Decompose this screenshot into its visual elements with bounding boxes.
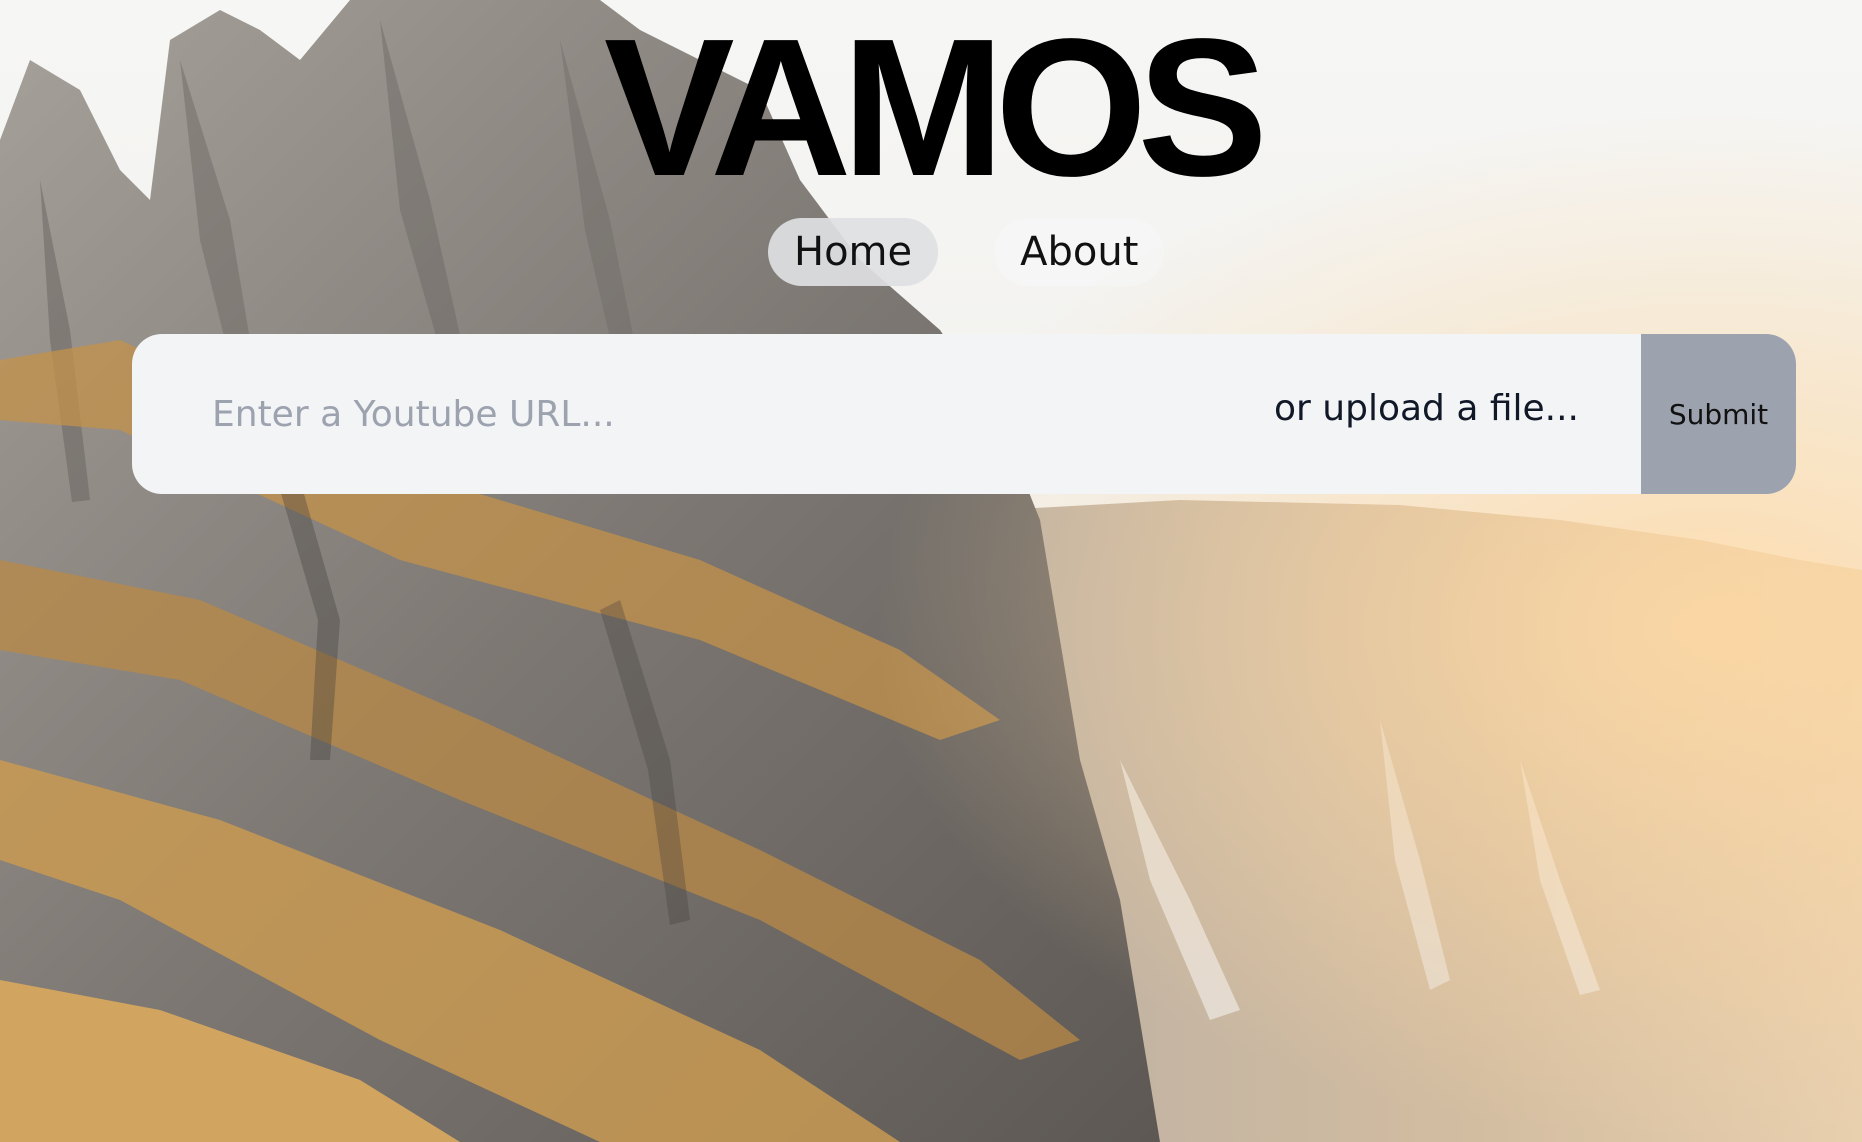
brand-logo: VAMOS [603, 0, 1268, 217]
main-nav: Home About [768, 218, 1165, 286]
nav-home-link[interactable]: Home [768, 218, 939, 286]
nav-about-link[interactable]: About [994, 218, 1165, 286]
upload-file-button[interactable]: or upload a file... [1274, 388, 1579, 429]
submit-button[interactable]: Submit [1641, 334, 1796, 494]
url-submit-form: or upload a file... Submit [132, 334, 1796, 494]
youtube-url-input[interactable] [212, 382, 1212, 446]
page: VAMOS Home About or upload a file... Sub… [0, 0, 1862, 1142]
